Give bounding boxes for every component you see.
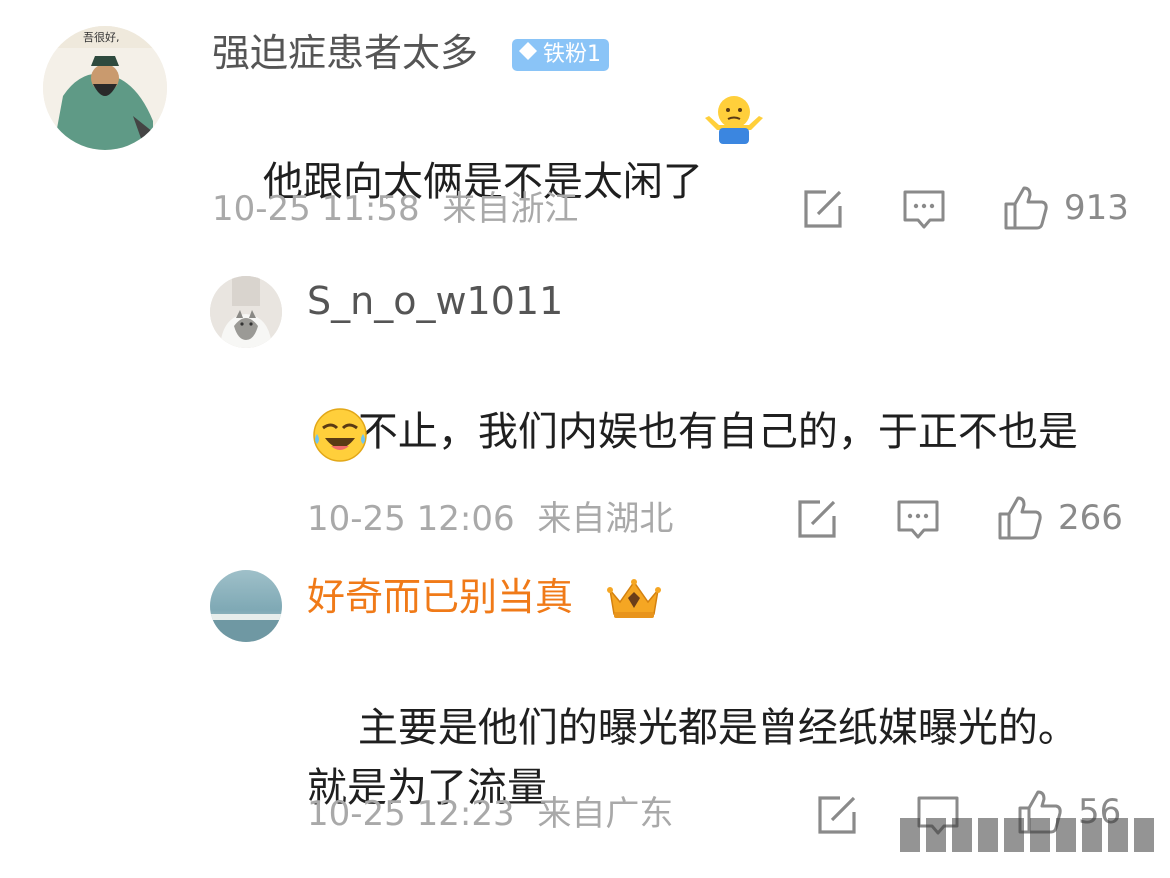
watermark-bar (1030, 818, 1050, 852)
laughing-crying-emoji-icon (311, 406, 369, 468)
comment-1: 吾很好, 强迫症患者太多 铁粉1 他跟向太俩是不是太闲了 10-25 11:58… (0, 0, 1170, 250)
share-button[interactable] (802, 188, 844, 230)
avatar[interactable]: 吾很好, (43, 26, 167, 150)
comment-icon (903, 190, 945, 229)
location: 来自湖北 (537, 499, 674, 539)
avatar-image (210, 570, 282, 642)
reply-button[interactable] (902, 188, 946, 232)
like-button[interactable]: 266 (996, 494, 1123, 542)
username[interactable]: 强迫症患者太多 (212, 30, 478, 76)
share-icon (804, 190, 842, 228)
watermark (900, 812, 1170, 858)
thumbs-up-icon (1004, 186, 1048, 230)
comment-icon (897, 500, 939, 539)
like-count: 913 (1064, 188, 1129, 228)
watermark-bar (1082, 818, 1102, 852)
comment-meta: 10-25 11:58 来自浙江 (212, 189, 578, 229)
username[interactable]: S_n_o_w1011 (307, 278, 563, 324)
avatar[interactable] (210, 570, 282, 642)
location: 来自浙江 (442, 189, 579, 229)
watermark-bar (1004, 818, 1024, 852)
avatar[interactable] (210, 276, 282, 348)
like-count: 266 (1058, 498, 1123, 538)
timestamp: 10-25 12:06 (307, 499, 515, 539)
avatar-caption: 吾很好, (83, 30, 120, 44)
reply-button[interactable] (896, 498, 940, 542)
like-button[interactable]: 913 (1002, 184, 1129, 232)
username[interactable]: 好奇而已别当真 (307, 574, 573, 620)
watermark-bar (1134, 818, 1154, 852)
watermark-bar (1056, 818, 1076, 852)
comment-text-content: 不止，我们内娱也有自己的，于正不也是 (357, 409, 1078, 455)
reply-1: S_n_o_w1011 不止，我们内娱也有自己的，于正不也是 10-25 12:… (0, 250, 1170, 550)
watermark-bar (1108, 818, 1128, 852)
avatar-image (210, 276, 282, 348)
share-icon (818, 796, 856, 834)
fan-badge[interactable]: 铁粉1 (512, 39, 609, 71)
watermark-bar (926, 818, 946, 852)
badge-label: 铁粉1 (543, 42, 601, 67)
shrug-emoji-icon (703, 94, 765, 150)
avatar-image: 吾很好, (43, 26, 167, 150)
diamond-icon (518, 39, 538, 71)
timestamp: 10-25 12:23 (307, 794, 515, 834)
comment-meta: 10-25 12:23 来自广东 (307, 794, 673, 834)
share-icon (798, 500, 836, 538)
watermark-bar (952, 818, 972, 852)
crown-badge-icon[interactable] (606, 576, 662, 624)
comment-meta: 10-25 12:06 来自湖北 (307, 499, 673, 539)
watermark-bar (978, 818, 998, 852)
timestamp: 10-25 11:58 (212, 189, 420, 229)
thumbs-up-icon (998, 496, 1042, 540)
share-button[interactable] (816, 794, 858, 836)
location: 来自广东 (537, 794, 674, 834)
comment-text: 他跟向太俩是不是太闲了 (212, 92, 703, 272)
share-button[interactable] (796, 498, 838, 540)
watermark-bar (900, 818, 920, 852)
